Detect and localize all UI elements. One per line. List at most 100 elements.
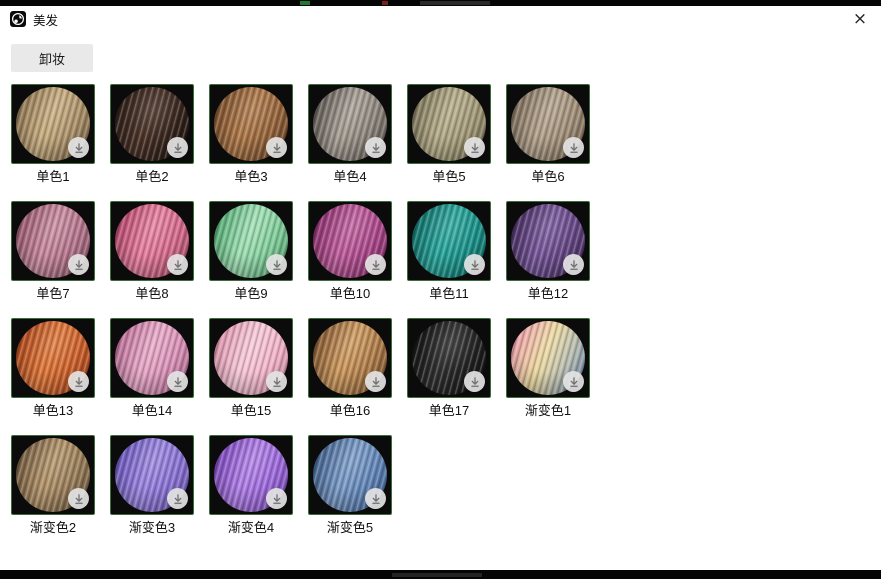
hair-style-cell: 单色3	[209, 84, 293, 184]
download-icon	[172, 376, 184, 388]
download-button[interactable]	[167, 488, 188, 509]
download-button[interactable]	[464, 371, 485, 392]
hair-style-cell: 单色15	[209, 318, 293, 418]
hair-style-cell: 渐变色4	[209, 435, 293, 535]
hair-grid: 单色1 单色2 单色3	[11, 84, 870, 535]
hair-style-cell: 单色2	[110, 84, 194, 184]
hair-style-tile[interactable]	[308, 435, 392, 515]
download-button[interactable]	[563, 137, 584, 158]
hair-style-tile[interactable]	[110, 84, 194, 164]
hair-style-cell: 单色10	[308, 201, 392, 301]
hair-style-tile[interactable]	[110, 435, 194, 515]
hair-style-tile[interactable]	[308, 318, 392, 398]
download-button[interactable]	[464, 137, 485, 158]
download-button[interactable]	[68, 371, 89, 392]
tile-label: 单色13	[11, 403, 95, 418]
app-logo-icon	[10, 11, 26, 27]
hair-style-tile[interactable]	[407, 318, 491, 398]
tile-label: 单色1	[11, 169, 95, 184]
download-button[interactable]	[563, 371, 584, 392]
download-button[interactable]	[68, 137, 89, 158]
hair-style-cell: 单色8	[110, 201, 194, 301]
download-icon	[469, 142, 481, 154]
hair-style-tile[interactable]	[11, 84, 95, 164]
download-icon	[271, 376, 283, 388]
background-app-bottom-strip	[0, 570, 881, 579]
hair-style-cell: 单色5	[407, 84, 491, 184]
download-button[interactable]	[464, 254, 485, 275]
download-icon	[73, 376, 85, 388]
hair-style-tile[interactable]	[11, 318, 95, 398]
download-icon	[568, 376, 580, 388]
hair-style-tile[interactable]	[110, 318, 194, 398]
download-icon	[172, 142, 184, 154]
hair-style-cell: 渐变色3	[110, 435, 194, 535]
hair-style-cell: 单色4	[308, 84, 392, 184]
hair-style-cell: 单色6	[506, 84, 590, 184]
download-button[interactable]	[365, 254, 386, 275]
download-icon	[469, 376, 481, 388]
hair-style-cell: 渐变色2	[11, 435, 95, 535]
download-button[interactable]	[266, 488, 287, 509]
hair-style-cell: 渐变色1	[506, 318, 590, 418]
hair-style-cell: 单色13	[11, 318, 95, 418]
dialog-title: 美发	[33, 10, 58, 29]
background-remnant	[392, 573, 482, 577]
tile-label: 渐变色1	[506, 403, 590, 418]
download-icon	[73, 142, 85, 154]
tile-label: 单色10	[308, 286, 392, 301]
download-button[interactable]	[68, 488, 89, 509]
download-button[interactable]	[266, 371, 287, 392]
hair-style-tile[interactable]	[209, 435, 293, 515]
hair-style-tile[interactable]	[11, 435, 95, 515]
tile-label: 单色11	[407, 286, 491, 301]
download-icon	[568, 259, 580, 271]
hair-style-tile[interactable]	[209, 318, 293, 398]
download-button[interactable]	[365, 488, 386, 509]
hair-style-tile[interactable]	[308, 201, 392, 281]
tile-label: 单色6	[506, 169, 590, 184]
tile-label: 单色3	[209, 169, 293, 184]
download-icon	[172, 259, 184, 271]
close-button[interactable]: ×	[849, 8, 871, 30]
background-remnant	[420, 1, 490, 5]
tile-label: 单色4	[308, 169, 392, 184]
hair-style-cell: 单色1	[11, 84, 95, 184]
hair-style-cell: 渐变色5	[308, 435, 392, 535]
hair-style-tile[interactable]	[209, 201, 293, 281]
download-button[interactable]	[167, 371, 188, 392]
remove-makeup-button[interactable]: 卸妆	[11, 44, 93, 72]
download-button[interactable]	[266, 137, 287, 158]
download-button[interactable]	[266, 254, 287, 275]
hair-style-cell: 单色12	[506, 201, 590, 301]
download-button[interactable]	[563, 254, 584, 275]
hair-style-tile[interactable]	[110, 201, 194, 281]
toolbar: 卸妆	[0, 32, 881, 72]
hair-style-tile[interactable]	[308, 84, 392, 164]
download-icon	[73, 493, 85, 505]
hair-style-tile[interactable]	[407, 201, 491, 281]
hair-style-tile[interactable]	[506, 84, 590, 164]
tile-label: 单色9	[209, 286, 293, 301]
hair-style-cell: 单色17	[407, 318, 491, 418]
download-button[interactable]	[365, 137, 386, 158]
download-icon	[73, 259, 85, 271]
tile-label: 渐变色4	[209, 520, 293, 535]
hair-style-cell: 单色14	[110, 318, 194, 418]
background-remnant	[300, 1, 310, 5]
download-button[interactable]	[365, 371, 386, 392]
download-button[interactable]	[167, 254, 188, 275]
hair-style-tile[interactable]	[506, 318, 590, 398]
tile-label: 单色2	[110, 169, 194, 184]
download-button[interactable]	[68, 254, 89, 275]
hair-style-tile[interactable]	[407, 84, 491, 164]
hair-style-tile[interactable]	[506, 201, 590, 281]
download-icon	[370, 493, 382, 505]
tile-label: 单色7	[11, 286, 95, 301]
download-icon	[271, 259, 283, 271]
download-icon	[172, 493, 184, 505]
download-button[interactable]	[167, 137, 188, 158]
hair-style-cell: 单色9	[209, 201, 293, 301]
hair-style-tile[interactable]	[11, 201, 95, 281]
hair-style-tile[interactable]	[209, 84, 293, 164]
